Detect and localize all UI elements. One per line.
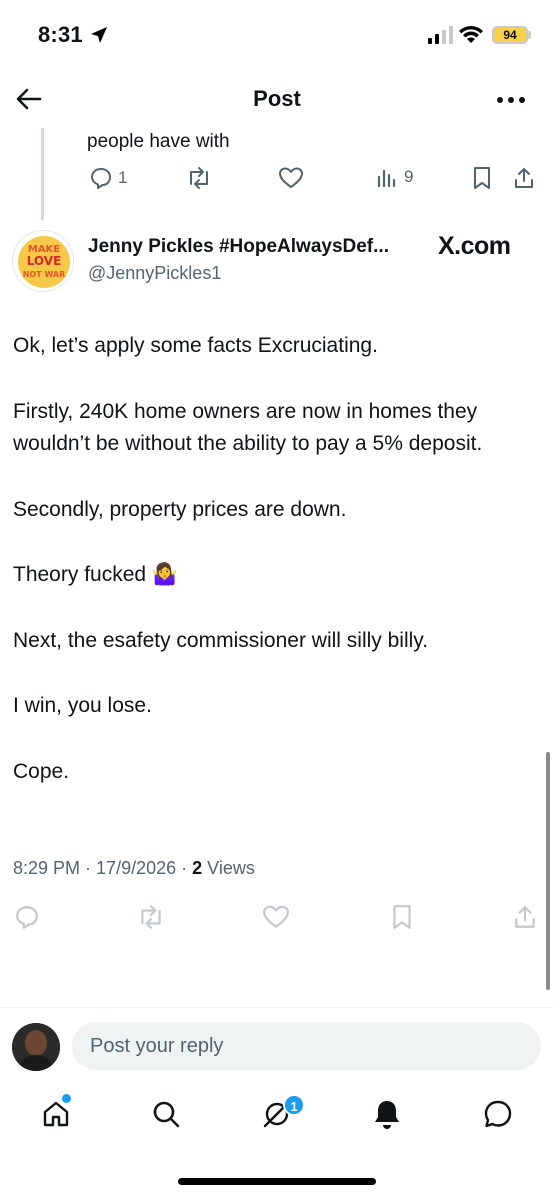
post-paragraph: Secondly, property prices are down. [13,497,347,521]
share-icon [512,166,536,190]
battery-icon: 94 [492,26,528,44]
home-indicator[interactable] [178,1178,376,1185]
tab-search[interactable] [136,1088,196,1144]
user-avatar[interactable] [12,1023,60,1071]
post-paragraph: Next, the esafety commissioner will sill… [13,628,429,652]
chat-bubble-icon [482,1098,514,1135]
post-body: Ok, let’s apply some facts Excruciating.… [13,330,543,821]
battery-cap [528,31,531,39]
post-paragraph: Ok, let’s apply some facts Excruciating. [13,334,378,357]
post-paragraph: Theory fucked 🤷‍♀️ [13,563,179,586]
battery-level: 94 [503,28,517,42]
search-icon [150,1098,182,1135]
like-button[interactable] [278,166,304,190]
tab-messages[interactable] [468,1088,528,1144]
post-share-button[interactable] [512,904,538,930]
heart-icon [278,166,304,190]
cellular-signal-icon [428,26,454,49]
status-time: 8:31 [38,22,83,47]
wifi-icon [458,24,484,49]
post-paragraph: I win, you lose. [13,694,152,717]
notification-badge: 1 [283,1094,305,1116]
post-bookmark-button[interactable] [390,904,414,930]
author-name[interactable]: Jenny Pickles #HopeAlwaysDef... [88,236,389,258]
analytics-icon [376,166,398,188]
more-options-icon[interactable] [496,92,526,110]
status-bar: 8:31 94 [0,0,554,70]
tab-home[interactable] [26,1088,86,1144]
post-views-label[interactable]: Views [207,858,255,878]
divider [0,1007,554,1008]
tab-notifications[interactable] [357,1088,417,1144]
reply-button[interactable]: 1 [89,166,127,190]
bell-icon [372,1098,402,1135]
repost-icon [186,166,212,190]
home-new-indicator [62,1094,71,1103]
home-icon [40,1098,72,1135]
bookmark-icon [390,904,414,930]
make-love-not-war-logo: MAKE LOVE NOT WAR [15,233,73,291]
post-like-button[interactable] [262,904,290,930]
avatar-text-line3: NOT WAR [23,270,66,279]
post-paragraph: Firstly, 240K home owners are now in hom… [13,399,483,456]
author-avatar[interactable]: MAKE LOVE NOT WAR [12,230,74,292]
post-date: 17/9/2026 [96,858,177,878]
author-handle[interactable]: @JennyPickles1 [88,263,221,284]
reply-count: 1 [118,168,128,187]
post-reply-button[interactable] [14,904,40,930]
post-actions [0,904,554,934]
page-title: Post [253,86,301,111]
reply-icon [89,166,113,190]
post-header: Post [0,70,554,130]
post-meta: 8:29 PM · 17/9/2026 · 2 Views [13,858,255,878]
location-arrow-icon [90,26,108,49]
scrollbar[interactable] [546,752,550,990]
bookmark-icon [471,166,493,190]
previous-post-actions: 1 9 [0,166,554,196]
bottom-tab-bar [0,1088,554,1148]
post-repost-button[interactable] [137,904,165,930]
reply-icon [14,904,40,930]
heart-icon [262,904,290,930]
post-time: 8:29 PM [13,858,81,878]
post-paragraph: Cope. [13,759,70,783]
share-icon [512,904,538,930]
views-count: 9 [404,167,414,186]
source-badge: X.com [438,232,511,260]
repost-icon [137,904,165,930]
views-button[interactable]: 9 [376,166,413,188]
previous-post-text: people have with [87,131,230,152]
reply-input[interactable] [72,1022,541,1070]
avatar-text-line2: LOVE [27,254,62,268]
repost-button[interactable] [186,166,212,190]
share-button[interactable] [512,166,536,190]
bookmark-button[interactable] [471,166,493,190]
post-views-count: 2 [192,858,203,878]
